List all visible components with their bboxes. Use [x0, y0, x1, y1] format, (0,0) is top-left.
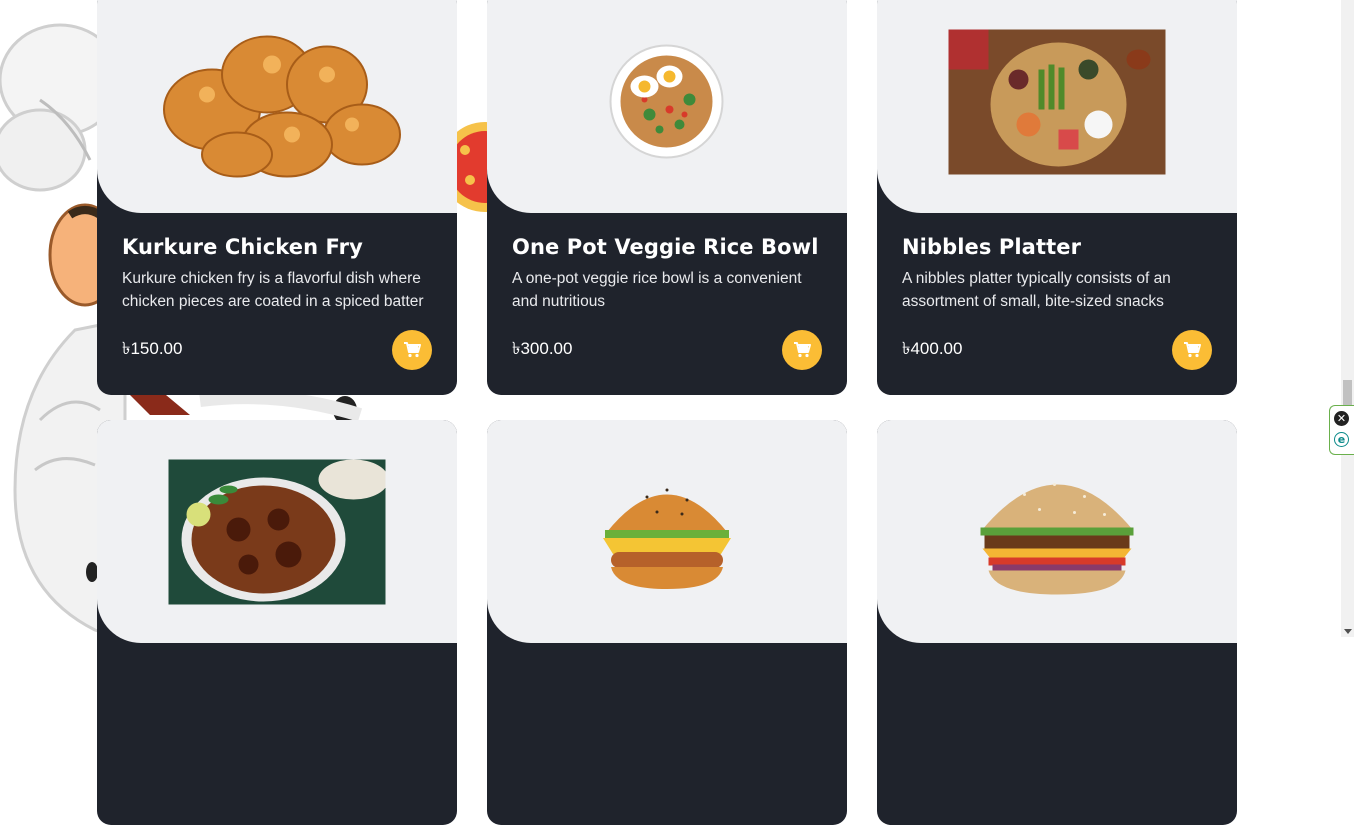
product-price: ৳300.00 — [512, 339, 573, 358]
product-title: Nibbles Platter — [902, 235, 1082, 259]
product-title: One Pot Veggie Rice Bowl — [512, 235, 819, 259]
chicken-curry-image — [168, 459, 386, 604]
extension-e-icon[interactable]: e — [1334, 432, 1349, 447]
rice-bowl-image — [609, 44, 724, 158]
product-image-area — [877, 0, 1237, 213]
product-card[interactable]: One Pot Veggie Rice Bowl A one-pot veggi… — [487, 0, 847, 395]
chicken-burger-image — [603, 488, 731, 589]
product-card[interactable] — [97, 420, 457, 825]
product-grid: Kurkure Chicken Fry Kurkure chicken fry … — [97, 0, 1237, 825]
extension-widget[interactable]: ✕ e — [1329, 405, 1354, 455]
product-price: ৳150.00 — [122, 339, 183, 358]
product-description: A one-pot veggie rice bowl is a convenie… — [512, 270, 802, 310]
beef-burger-image — [980, 482, 1134, 594]
product-card[interactable]: Kurkure Chicken Fry Kurkure chicken fry … — [97, 0, 457, 395]
product-price: ৳400.00 — [902, 339, 963, 358]
product-card[interactable]: Nibbles Platter A nibbles platter typica… — [877, 0, 1237, 395]
product-image-area — [487, 420, 847, 643]
shopping-cart-icon — [1184, 342, 1201, 358]
product-image-area — [97, 420, 457, 643]
shopping-cart-icon — [404, 342, 421, 358]
product-title: Kurkure Chicken Fry — [122, 235, 363, 259]
product-image-area — [877, 420, 1237, 643]
product-image-area — [487, 0, 847, 213]
fried-chicken-image — [163, 35, 401, 177]
product-description: Kurkure chicken fry is a flavorful dish … — [122, 270, 424, 310]
platter-image — [948, 29, 1166, 174]
shopping-cart-icon — [794, 342, 811, 358]
add-to-cart-button[interactable] — [392, 330, 432, 370]
scroll-down-arrow-icon[interactable] — [1344, 629, 1352, 634]
product-card[interactable] — [487, 420, 847, 825]
product-card[interactable] — [877, 420, 1237, 825]
add-to-cart-button[interactable] — [1172, 330, 1212, 370]
product-image-area — [97, 0, 457, 213]
page-scrollbar[interactable] — [1341, 0, 1354, 637]
add-to-cart-button[interactable] — [782, 330, 822, 370]
close-icon[interactable]: ✕ — [1334, 411, 1349, 426]
product-description: A nibbles platter typically consists of … — [902, 270, 1171, 310]
